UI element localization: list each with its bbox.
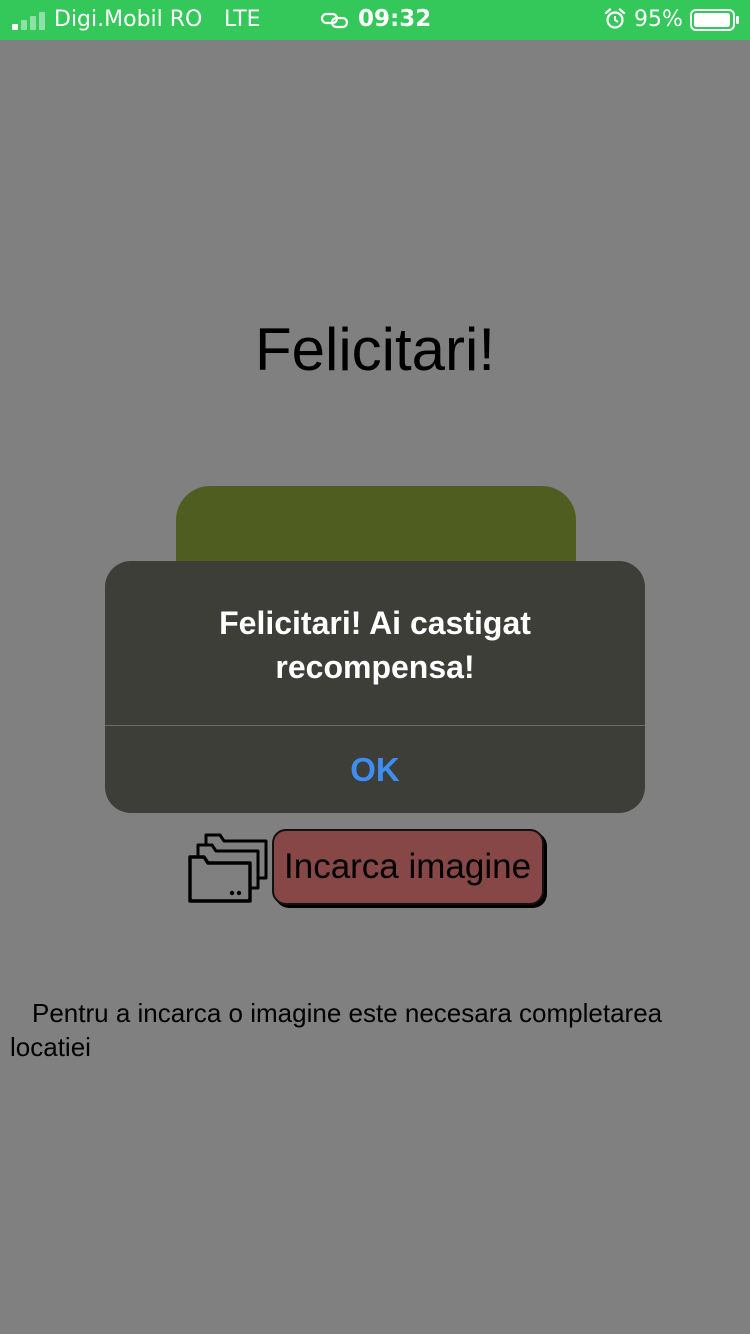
signal-icon [12,10,48,30]
reward-alert-dialog: Felicitari! Ai castigat recompensa! OK [105,561,645,813]
link-icon [320,12,349,29]
battery-icon [690,9,739,31]
network-type: LTE [224,7,261,32]
alert-message: Felicitari! Ai castigat recompensa! [219,605,531,685]
folder-icon[interactable] [186,832,272,906]
carrier-name: Digi.Mobil RO [54,7,203,32]
ok-button[interactable]: OK [105,726,645,813]
status-bar: Digi.Mobil RO LTE 09:32 95% [0,0,750,40]
location-required-note: Pentru a incarca o imagine este necesara… [10,998,663,1062]
battery-percentage: 95% [634,7,683,32]
upload-image-button[interactable]: Incarca imagine [272,829,544,905]
clock: 09:32 [358,6,432,32]
alarm-icon [604,8,626,29]
page-title: Felicitari! [254,316,496,383]
